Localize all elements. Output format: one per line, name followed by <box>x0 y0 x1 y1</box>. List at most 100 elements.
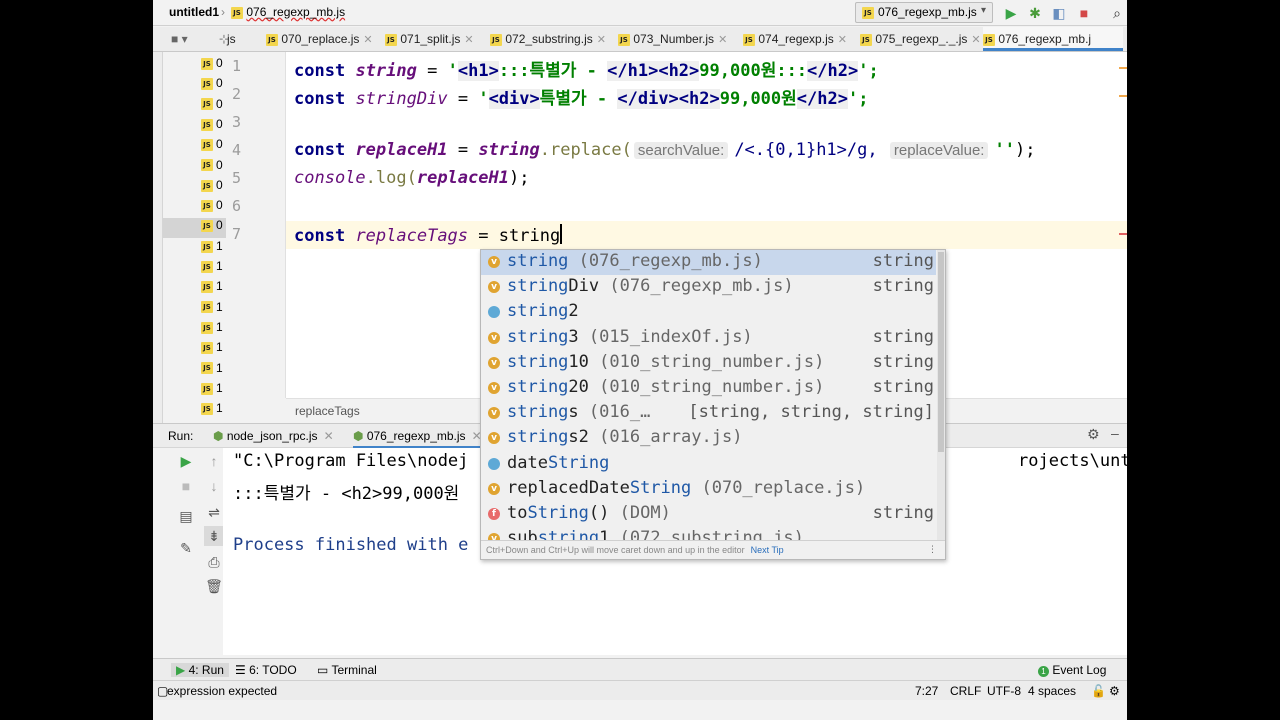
arrow-down-icon[interactable]: ↓ <box>204 476 224 496</box>
line-number-gutter: 1 2 3 4 5 6 7 <box>226 52 286 398</box>
tab-074-regexp[interactable]: JS 074_regexp.js ✕ <box>743 27 847 51</box>
project-file-item[interactable]: JS 1 <box>201 361 226 381</box>
console-line: Process finished with e <box>233 535 469 555</box>
completion-item[interactable]: f toString() (DOM) string <box>481 502 936 527</box>
project-file-item[interactable]: JS 1 <box>201 401 226 418</box>
line-number: 4 <box>232 141 242 159</box>
project-file-item[interactable]: JS 0 <box>201 158 226 178</box>
search-icon[interactable]: ⌕ <box>1108 4 1126 22</box>
gear-icon[interactable]: ⚙ <box>1087 426 1100 443</box>
completion-name: toString() (DOM) <box>507 503 671 523</box>
coverage-icon[interactable]: ◧ <box>1050 4 1068 22</box>
caret-position[interactable]: 7:27 <box>915 684 938 698</box>
run-icon[interactable]: ▶ <box>1002 4 1020 22</box>
close-icon[interactable]: ✕ <box>971 34 980 46</box>
function-call: .replace( <box>539 140 632 160</box>
warning-marker[interactable] <box>1119 95 1127 97</box>
completion-item[interactable]: string2 <box>481 300 936 325</box>
project-file-item[interactable]: JS 0 <box>201 56 226 76</box>
tab-070-replace[interactable]: JS 070_replace.js ✕ <box>266 27 373 51</box>
project-file-item[interactable]: JS 1 <box>201 259 226 279</box>
project-file-item[interactable]: JS 1 <box>201 320 226 340</box>
run-tab-node-json-rpc[interactable]: ⬢ node_json_rpc.js ✕ <box>213 429 334 443</box>
project-file-item[interactable]: JS 1 <box>201 381 226 401</box>
scroll-to-end-icon[interactable]: ⇟ <box>204 526 224 546</box>
js-file-icon: JS <box>231 6 243 19</box>
soft-wrap-icon[interactable]: ⇌ <box>204 502 224 522</box>
error-marker[interactable] <box>1119 233 1127 235</box>
completion-item[interactable]: v string20 (010_string_number.js) string <box>481 376 936 401</box>
tool-run-button[interactable]: ▶ 4: Run <box>171 663 229 677</box>
tab-js[interactable]: js <box>227 27 236 51</box>
autocomplete-popup[interactable]: v string (076_regexp_mb.js) string v stringD… <box>480 249 946 560</box>
code-line-1: const string = '<h1>:::특별가 - </h1><h2>99… <box>294 56 879 81</box>
completion-item[interactable]: v strings (016_… [string, string, string] <box>481 401 936 426</box>
layout-icon[interactable]: ▤ <box>176 506 196 526</box>
trash-icon[interactable]: 🗑 <box>204 576 224 596</box>
js-file-icon: JS <box>201 159 213 172</box>
stop-icon[interactable]: ■ <box>1075 4 1093 22</box>
tab-073-number[interactable]: JS 073_Number.js ✕ <box>618 27 727 51</box>
debug-icon[interactable]: ✱ <box>1026 4 1044 22</box>
completion-item[interactable]: v string (076_regexp_mb.js) string <box>481 250 936 275</box>
inspector-icon[interactable]: ⚙ <box>1109 684 1120 698</box>
completion-item[interactable]: dateString <box>481 452 936 477</box>
project-dropdown[interactable]: ■ ▾ <box>171 27 188 51</box>
tab-072-substring[interactable]: JS 072_substring.js ✕ <box>490 27 606 51</box>
tab-071-split[interactable]: JS 071_split.js ✕ <box>385 27 474 51</box>
stop-icon[interactable]: ■ <box>176 476 196 496</box>
line-separator[interactable]: CRLF <box>950 684 981 698</box>
completion-text: replacedDate <box>507 477 630 498</box>
tool-todo-button[interactable]: ☰ 6: TODO <box>235 663 297 677</box>
scrollbar-thumb[interactable] <box>938 252 944 452</box>
completion-name: strings (016_… <box>507 402 650 422</box>
project-file-item[interactable]: JS 0 <box>201 198 226 218</box>
completion-item[interactable]: v string3 (015_indexOf.js) string <box>481 326 936 351</box>
js-file-icon: JS <box>201 402 213 415</box>
project-file-item[interactable]: JS 1 <box>201 239 226 259</box>
close-icon[interactable]: ✕ <box>464 34 473 46</box>
project-file-item[interactable]: JS 1 <box>201 340 226 360</box>
run-tab-076-regexp-mb[interactable]: ⬢ 076_regexp_mb.js ✕ <box>353 429 482 449</box>
close-icon[interactable]: ✕ <box>324 429 334 443</box>
completion-item[interactable]: v strings2 (016_array.js) <box>481 426 936 451</box>
completion-item[interactable]: v stringDiv (076_regexp_mb.js) string <box>481 275 936 300</box>
pin-icon[interactable]: ✎ <box>176 538 196 558</box>
tool-terminal-button[interactable]: ▭ Terminal <box>317 663 377 677</box>
popup-scrollbar[interactable] <box>937 250 945 540</box>
lock-icon[interactable]: 🔓 <box>1091 684 1106 698</box>
project-file-item[interactable]: JS 0 <box>201 76 226 96</box>
close-icon[interactable]: ✕ <box>597 34 606 46</box>
project-file-item[interactable]: JS 0 <box>163 218 226 239</box>
run-config-dropdown[interactable]: JS 076_regexp_mb.js ▾ <box>855 2 993 23</box>
project-file-item[interactable]: JS 0 <box>201 178 226 198</box>
close-icon[interactable]: ✕ <box>838 34 847 46</box>
rerun-icon[interactable]: ▶ <box>176 451 196 471</box>
project-file-item[interactable]: JS 0 <box>201 137 226 157</box>
print-icon[interactable]: ⎙ <box>204 552 224 572</box>
tab-076-regexp-mb[interactable]: JS 076_regexp_mb.j <box>983 27 1123 51</box>
more-icon[interactable]: ⋮ <box>928 544 937 555</box>
minimize-icon[interactable]: – <box>1111 425 1119 441</box>
arrow-up-icon[interactable]: ↑ <box>204 451 224 471</box>
close-icon[interactable]: ✕ <box>363 34 372 46</box>
completion-item[interactable]: v string10 (010_string_number.js) string <box>481 351 936 376</box>
next-tip-link[interactable]: Next Tip <box>751 545 784 555</box>
completion-location: (016_… <box>578 402 651 423</box>
completion-text: string <box>507 251 569 271</box>
close-icon[interactable]: ✕ <box>718 34 727 46</box>
completion-item[interactable]: v replacedDateString (070_replace.js) <box>481 477 936 502</box>
variable-icon: v <box>488 256 500 268</box>
project-file-item[interactable]: JS 1 <box>201 300 226 320</box>
indent-setting[interactable]: 4 spaces <box>1028 684 1076 698</box>
file-encoding[interactable]: UTF-8 <box>987 684 1021 698</box>
breadcrumb-project[interactable]: untitled1 <box>169 5 219 19</box>
tab-075-regexp[interactable]: JS 075_regexp_._.js ✕ <box>860 27 981 51</box>
project-tool-strip[interactable] <box>153 52 163 424</box>
event-log-button[interactable]: 1 Event Log <box>1038 663 1106 677</box>
project-file-item[interactable]: JS 0 <box>201 97 226 117</box>
breadcrumb-file[interactable]: JS 076_regexp_mb.js <box>231 5 345 19</box>
warning-marker[interactable] <box>1119 67 1127 69</box>
project-file-item[interactable]: JS 0 <box>201 117 226 137</box>
project-file-item[interactable]: JS 1 <box>201 279 226 299</box>
